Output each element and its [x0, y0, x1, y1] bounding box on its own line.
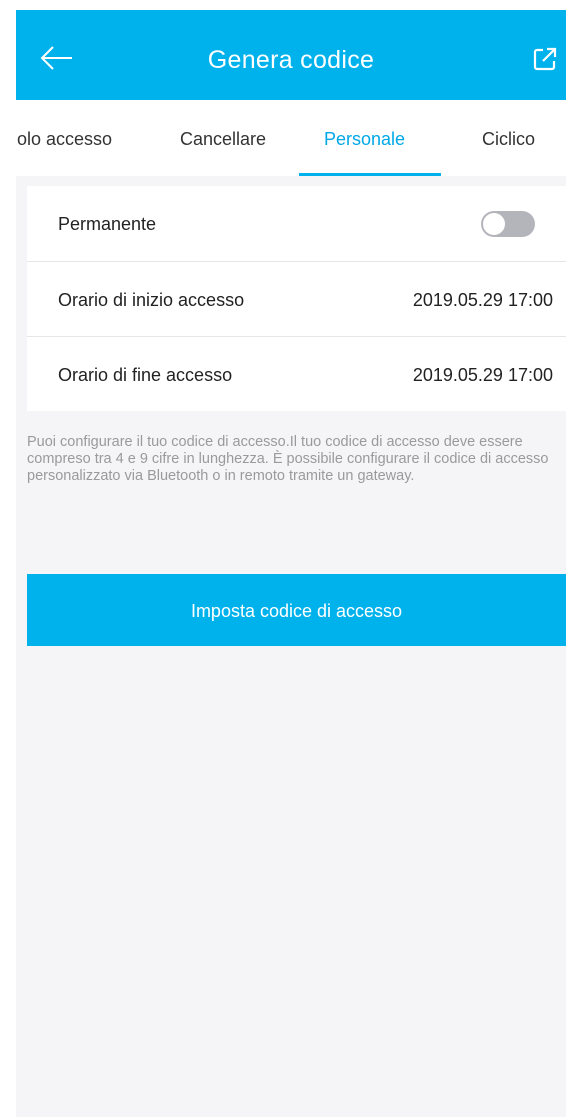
start-time-label: Orario di inizio accesso	[58, 290, 245, 310]
end-time-label: Orario di fine accesso	[58, 365, 233, 385]
start-time-value: 2019.05.29 17:00	[412, 290, 553, 310]
toggle-knob	[483, 213, 505, 235]
end-time-value: 2019.05.29 17:00	[412, 365, 553, 385]
page-title: Genera codice	[207, 46, 375, 74]
permanent-row: Permanente	[27, 186, 566, 260]
share-button[interactable]	[530, 44, 560, 74]
permanent-toggle[interactable]	[481, 211, 535, 237]
tab-bar: ıgolo accesso Cancellare Personale Cicli…	[16, 100, 566, 176]
tab-singolo-accesso[interactable]: ıgolo accesso	[16, 100, 112, 176]
active-tab-indicator	[299, 173, 441, 176]
tab-ciclico[interactable]: Ciclico	[482, 100, 535, 176]
app-header: Genera codice	[16, 10, 566, 100]
tab-cancellare[interactable]: Cancellare	[180, 100, 266, 176]
settings-card: Permanente Orario di inizio accesso 2019…	[27, 186, 566, 411]
app-screen: Genera codice ıgolo accesso Cancellare P…	[16, 10, 566, 1117]
set-access-code-button[interactable]: Imposta codice di accesso	[27, 574, 566, 646]
tab-personale[interactable]: Personale	[324, 100, 405, 176]
start-time-row[interactable]: Orario di inizio accesso 2019.05.29 17:0…	[27, 262, 566, 336]
external-link-icon	[533, 47, 557, 71]
info-text: Puoi configurare il tuo codice di access…	[27, 434, 549, 484]
end-time-row[interactable]: Orario di fine accesso 2019.05.29 17:00	[27, 337, 566, 411]
permanent-label: Permanente	[58, 214, 157, 234]
